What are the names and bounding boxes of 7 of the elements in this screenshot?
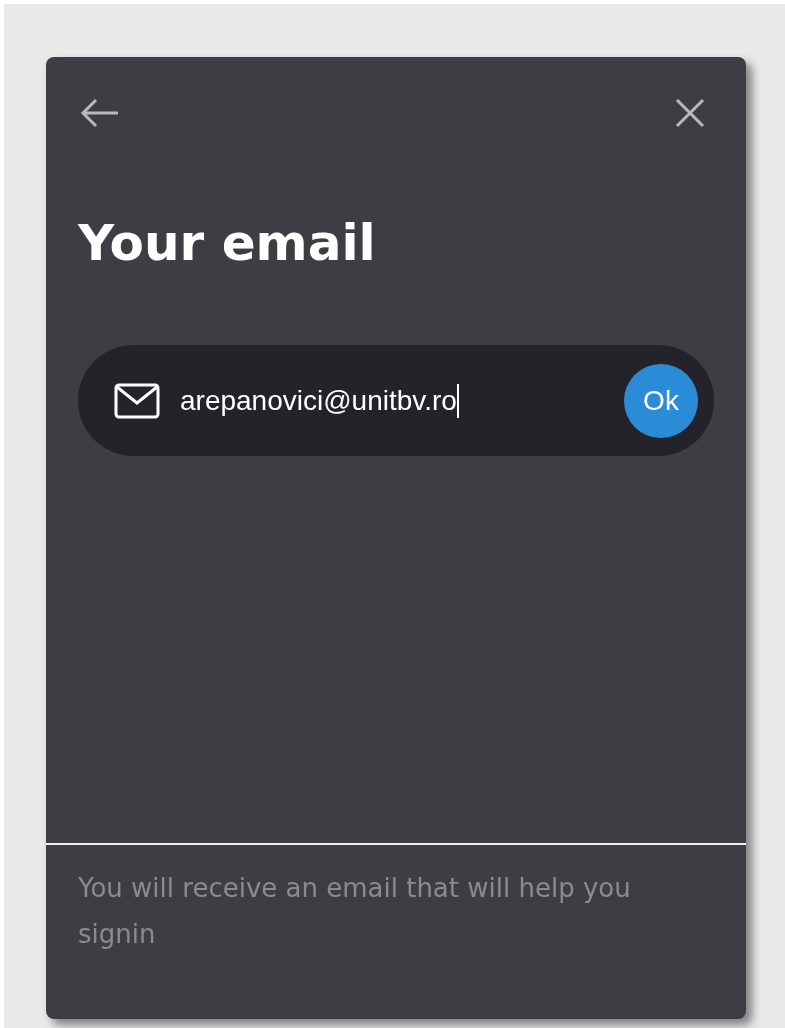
close-icon xyxy=(675,98,705,128)
ok-button[interactable]: Ok xyxy=(624,363,698,438)
email-field[interactable]: arepanovici@unitbv.ro Ok xyxy=(78,345,714,456)
dialog-title: Your email xyxy=(78,213,376,274)
hint-text: You will receive an email that will help you signin xyxy=(78,872,632,951)
envelope-icon xyxy=(114,382,160,419)
back-arrow-icon xyxy=(80,98,120,128)
